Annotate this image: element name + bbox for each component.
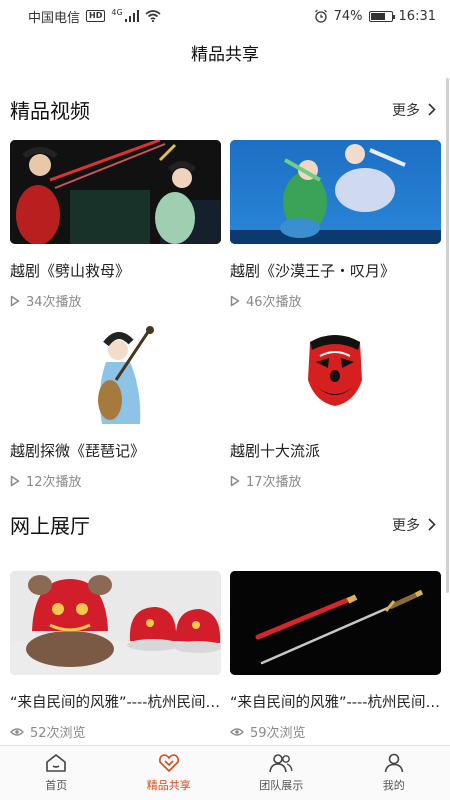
play-icon [10, 475, 20, 486]
gallery-title[interactable]: “来自民间的风雅”----杭州民间… [230, 691, 441, 712]
gallery-section-header: 网上展厅 更多 [10, 510, 436, 539]
hd-badge: HD [86, 10, 106, 22]
status-left: 中国电信 HD 4G [28, 7, 161, 26]
video-thumbnail[interactable] [230, 320, 441, 424]
tab-label: 团队展示 [259, 779, 304, 792]
network-label: 4G [111, 7, 123, 17]
play-count: 12次播放 [26, 475, 82, 490]
video-meta: 34次播放 [10, 291, 221, 310]
video-thumbnail[interactable] [10, 140, 221, 244]
battery-icon [368, 10, 395, 22]
gallery-card[interactable]: “来自民间的风雅”----杭州民间… 52次浏览 [10, 571, 221, 741]
video-title[interactable]: 越剧《劈山救母》 [10, 260, 221, 281]
play-count: 34次播放 [26, 295, 82, 310]
gallery-thumbnail[interactable] [230, 571, 441, 675]
gallery-meta: 59次浏览 [230, 722, 441, 741]
more-label: 更多 [392, 517, 420, 534]
video-title[interactable]: 越剧探微《琵琶记》 [10, 440, 221, 461]
gallery-thumbnail[interactable] [10, 571, 221, 675]
alarm-icon [314, 9, 327, 23]
wifi-icon [145, 10, 161, 22]
chevron-right-icon [428, 518, 436, 531]
videos-section-title: 精品视频 [10, 99, 90, 123]
signal-icon [124, 10, 139, 22]
video-meta: 46次播放 [230, 291, 441, 310]
tab-label: 精品共享 [146, 779, 191, 792]
gallery-title[interactable]: “来自民间的风雅”----杭州民间… [10, 691, 221, 712]
video-card[interactable]: 越剧《沙漠王子・叹月》 46次播放 [230, 140, 441, 310]
page-title: 精品共享 [191, 45, 259, 65]
clock: 16:31 [398, 8, 436, 24]
tab-me[interactable]: 我的 [338, 746, 450, 800]
carrier-label: 中国电信 [28, 10, 81, 26]
videos-section-header: 精品视频 更多 [10, 95, 436, 124]
eye-icon [10, 727, 24, 736]
tab-team[interactable]: 团队展示 [225, 746, 338, 800]
eye-icon [230, 727, 244, 736]
gallery-more-button[interactable]: 更多 [392, 515, 436, 535]
tab-home[interactable]: 首页 [0, 746, 113, 800]
gallery-meta: 52次浏览 [10, 722, 221, 741]
video-meta: 17次播放 [230, 471, 441, 490]
status-right: 74% 16:31 [314, 9, 436, 24]
video-card[interactable]: 越剧探微《琵琶记》 12次播放 [10, 320, 221, 490]
home-icon [46, 754, 67, 772]
tab-label: 首页 [45, 779, 68, 792]
status-bar: 中国电信 HD 4G 74% 16:31 [0, 0, 450, 32]
video-thumbnail[interactable] [10, 320, 221, 424]
play-count: 46次播放 [246, 295, 302, 310]
play-icon [230, 295, 240, 306]
video-thumbnail[interactable] [230, 140, 441, 244]
video-card[interactable]: 越剧《劈山救母》 34次播放 [10, 140, 221, 310]
videos-more-button[interactable]: 更多 [392, 100, 436, 120]
user-icon [384, 753, 404, 773]
tab-share[interactable]: 精品共享 [113, 746, 226, 800]
tab-label: 我的 [382, 779, 405, 792]
team-icon [269, 754, 293, 773]
video-title[interactable]: 越剧《沙漠王子・叹月》 [230, 260, 441, 281]
battery-percent: 74% [333, 8, 363, 24]
play-icon [230, 475, 240, 486]
video-card[interactable]: 越剧十大流派 17次播放 [230, 320, 441, 490]
play-count: 17次播放 [246, 475, 302, 490]
share-heart-icon [158, 754, 179, 772]
tab-bar: 首页 精品共享 团队展示 我的 [0, 745, 450, 800]
more-label: 更多 [392, 102, 420, 119]
view-count: 59次浏览 [250, 726, 306, 741]
chevron-right-icon [428, 103, 436, 116]
gallery-card[interactable]: “来自民间的风雅”----杭州民间… 59次浏览 [230, 571, 441, 741]
content-scroll[interactable]: 精品视频 更多 越剧《劈山救母》 34次播放 越剧《沙漠王子・叹月》 46次播放… [0, 80, 450, 745]
gallery-section-title: 网上展厅 [10, 514, 90, 538]
play-icon [10, 295, 20, 306]
video-meta: 12次播放 [10, 471, 221, 490]
video-title[interactable]: 越剧十大流派 [230, 440, 441, 461]
view-count: 52次浏览 [30, 726, 86, 741]
